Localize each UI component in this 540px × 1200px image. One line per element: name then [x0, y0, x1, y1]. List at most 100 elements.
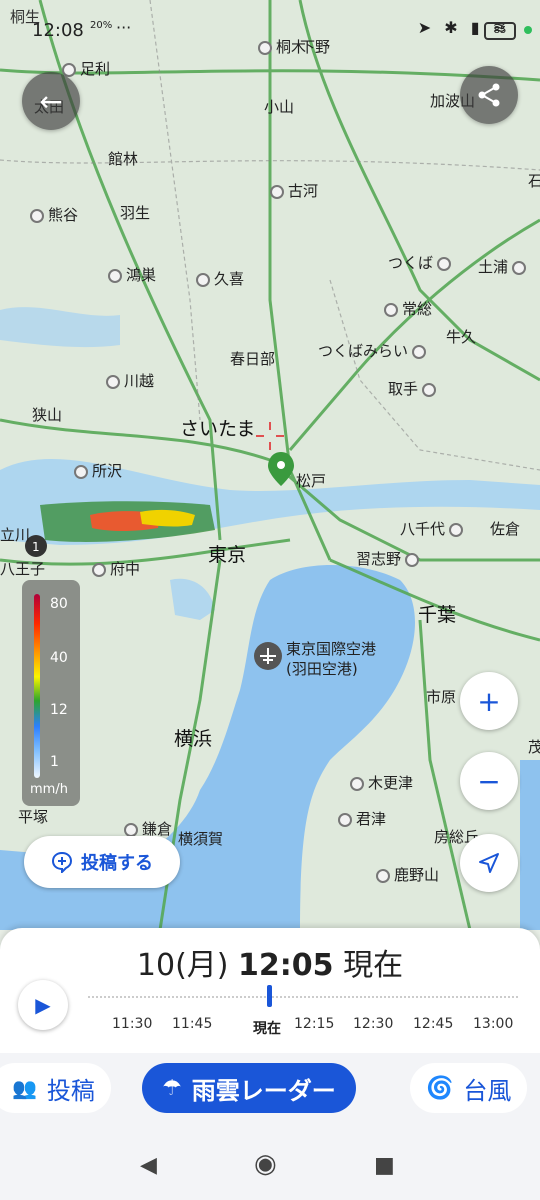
nav-home-icon[interactable]: ◉ — [254, 1149, 277, 1179]
chat-plus-icon — [51, 851, 73, 873]
map-city-label: 東京 — [208, 544, 247, 566]
map-place-label: 八千代 — [400, 518, 463, 539]
timeline-track[interactable] — [88, 996, 518, 1008]
map-place-label: つくばみらい — [318, 340, 426, 361]
share-button[interactable] — [460, 66, 518, 124]
post-button-label: 投稿する — [81, 853, 153, 874]
map-place-label: 牛久 — [446, 328, 477, 346]
map-place-label: 佐倉 — [490, 520, 521, 538]
time-suffix: 現在 — [343, 948, 404, 983]
map-place-label: 取手 — [388, 378, 436, 399]
map-city-label: 横浜 — [174, 728, 213, 750]
battery-icon: 85 — [484, 22, 516, 40]
rain-legend: 80 40 12 1 mm/h — [22, 580, 80, 806]
airport-icon — [254, 642, 282, 670]
map-place-label: 習志野 — [356, 548, 419, 569]
map-place-label: 館林 — [108, 150, 139, 168]
map-place-label: つくば — [388, 252, 451, 273]
legend-value: 80 — [50, 596, 68, 612]
radar-map[interactable]: 1 桐木下野足利太田加波山小山館林古河熊谷羽生つくば土浦鴻巣久喜常総牛久春日部つ… — [0, 0, 540, 930]
legend-color-bar — [34, 594, 40, 778]
tab-radar-label: 雨雲レーダー — [191, 1076, 336, 1105]
play-icon: ▶ — [35, 993, 51, 1017]
timeline-label: 12:30 — [353, 1016, 394, 1032]
post-button[interactable]: 投稿する — [24, 836, 180, 888]
zoom-out-button[interactable]: − — [460, 752, 518, 810]
map-place-label: 東京国際空港 — [286, 640, 377, 658]
current-time-title: 10(月) 12:05 現在 — [0, 940, 540, 984]
map-place-label: 君津 — [338, 808, 386, 829]
status-more-icon: ··· — [116, 18, 132, 37]
timeline-label: 11:30 — [112, 1016, 153, 1032]
privacy-dot — [524, 26, 532, 34]
map-place-label: 鹿野山 — [376, 864, 439, 885]
status-weather-icon: 20% — [90, 20, 113, 31]
map-place-label: 所沢 — [74, 460, 122, 481]
play-button[interactable]: ▶ — [18, 980, 68, 1030]
map-place-label: 松戸 — [296, 472, 327, 490]
minus-icon: − — [477, 764, 501, 798]
timeline-cursor[interactable] — [267, 985, 272, 1007]
nav-back-icon[interactable]: ◀ — [140, 1153, 157, 1178]
plus-icon: + — [477, 684, 501, 718]
timeline-label: 13:00 — [473, 1016, 514, 1032]
legend-value: 12 — [50, 702, 68, 718]
map-place-label: (羽田空港) — [286, 660, 358, 678]
date-label: 10(月) — [136, 948, 229, 983]
status-bar: 桐生 12:08 20% ··· ➤ ✱ ▮ ≋ 85 — [0, 0, 540, 60]
location-pin — [268, 452, 294, 486]
map-place-label: 常総 — [384, 298, 432, 319]
map-place-label: 羽生 — [120, 204, 151, 222]
map-place-label: 狭山 — [32, 406, 63, 424]
rain-patch-west — [0, 307, 120, 348]
people-icon: 👥 — [12, 1076, 37, 1100]
tab-post-label: 投稿 — [46, 1076, 95, 1105]
map-place-label: 立川 — [0, 526, 31, 544]
map-place-label: 鴻巣 — [108, 264, 156, 285]
time-label: 12:05 — [238, 948, 334, 983]
map-place-label: 土浦 — [478, 256, 526, 277]
map-place-label: 川越 — [106, 370, 154, 391]
map-place-label: 古河 — [270, 180, 318, 201]
timeline-label-now: 現在 — [253, 1021, 281, 1037]
typhoon-icon: 🌀 — [426, 1075, 454, 1101]
target-crosshair — [256, 422, 284, 450]
map-place-label: 横須賀 — [178, 830, 224, 848]
svg-text:1: 1 — [32, 540, 40, 554]
tab-rain-radar[interactable]: ☂ 雨雲レーダー — [142, 1063, 356, 1113]
chiba-coast-sea — [520, 760, 540, 930]
map-place-label: 平塚 — [18, 808, 49, 826]
bottom-tabs: 👥 投稿 ☂ 雨雲レーダー 🌀 台風 — [0, 1053, 540, 1133]
map-city-label: さいたま — [180, 418, 256, 440]
map-place-label: 八王子 — [0, 560, 46, 578]
status-time: 12:08 — [32, 20, 84, 41]
back-button[interactable]: ← — [22, 72, 80, 130]
timeline-label: 12:45 — [413, 1016, 454, 1032]
map-place-label: 茂 — [528, 738, 540, 756]
tab-typhoon-label: 台風 — [463, 1076, 512, 1105]
tab-post[interactable]: 👥 投稿 — [0, 1063, 111, 1113]
legend-unit: mm/h — [30, 782, 68, 797]
map-place-label: 春日部 — [230, 350, 276, 368]
map-city-label: 千葉 — [418, 604, 457, 626]
timeline-label: 12:15 — [294, 1016, 335, 1032]
legend-value: 1 — [50, 754, 59, 770]
rain-patch-south — [170, 578, 215, 620]
arrow-left-icon: ← — [39, 84, 63, 118]
map-place-label: 小山 — [264, 98, 295, 116]
nav-recents-icon[interactable]: ■ — [374, 1153, 395, 1178]
map-place-label: 市原 — [426, 688, 457, 706]
map-place-label: 石 — [528, 172, 540, 190]
system-nav-bar: ◀ ◉ ■ — [0, 1133, 540, 1200]
legend-value: 40 — [50, 650, 68, 666]
map-place-label: 熊谷 — [30, 204, 78, 225]
tab-typhoon[interactable]: 🌀 台風 — [410, 1063, 528, 1113]
map-place-label: 木更津 — [350, 772, 413, 793]
map-place-label: 足利 — [62, 58, 110, 79]
navigation-arrow-icon — [479, 853, 499, 873]
current-location-button[interactable] — [460, 834, 518, 892]
share-icon — [478, 83, 500, 107]
timeline-label: 11:45 — [172, 1016, 213, 1032]
zoom-in-button[interactable]: + — [460, 672, 518, 730]
rain-cloud-icon: ☂ — [162, 1075, 182, 1101]
